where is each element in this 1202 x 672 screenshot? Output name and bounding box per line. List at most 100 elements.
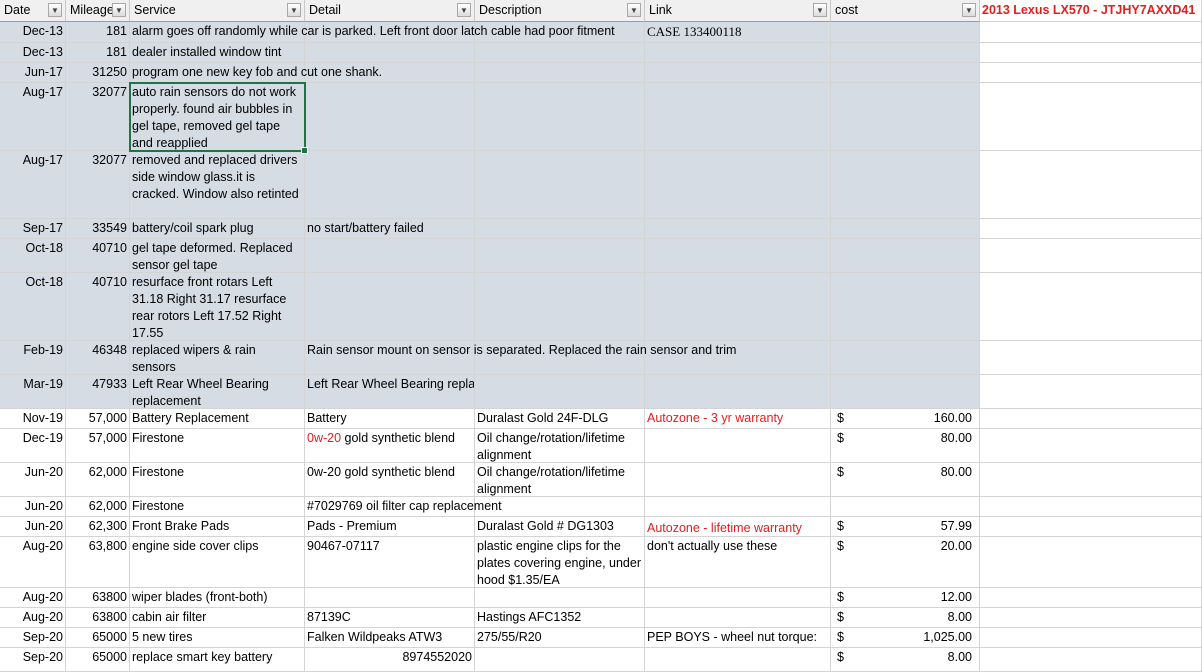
description-cell[interactable] (475, 63, 645, 83)
cost-cell[interactable] (831, 219, 980, 239)
service-cell[interactable]: removed and replaced drivers side window… (130, 151, 305, 219)
date-cell[interactable]: Dec-19 (0, 429, 66, 463)
detail-cell[interactable]: 0w-20 gold synthetic blend (305, 463, 475, 497)
description-cell[interactable] (475, 588, 645, 608)
blank-cell[interactable] (980, 83, 1202, 151)
link-cell[interactable] (645, 588, 831, 608)
blank-cell[interactable] (980, 273, 1202, 341)
service-cell[interactable]: dealer installed window tint (130, 43, 305, 63)
cost-cell[interactable] (831, 273, 980, 341)
filter-dropdown-icon[interactable]: ▼ (962, 3, 976, 17)
service-cell[interactable]: alarm goes off randomly while car is par… (130, 22, 615, 43)
filter-dropdown-icon[interactable]: ▼ (813, 3, 827, 17)
detail-cell[interactable]: 90467-07117 (305, 537, 475, 588)
blank-cell[interactable] (980, 43, 1202, 63)
blank-cell[interactable] (980, 219, 1202, 239)
cost-cell[interactable]: $20.00 (831, 537, 980, 588)
date-cell[interactable]: Mar-19 (0, 375, 66, 409)
link-cell[interactable] (645, 239, 831, 273)
service-cell[interactable]: wiper blades (front-both) (130, 588, 305, 608)
mileage-cell[interactable]: 46348 (66, 341, 130, 375)
detail-cell[interactable]: Rain sensor mount on sensor is separated… (305, 341, 736, 375)
detail-cell[interactable]: #7029769 oil filter cap replacement (305, 497, 502, 517)
detail-cell[interactable]: 8974552020 (305, 648, 475, 672)
link-cell[interactable] (645, 497, 831, 517)
date-cell[interactable]: Jun-20 (0, 497, 66, 517)
column-header-description[interactable]: Description ▼ (475, 0, 645, 22)
description-cell[interactable]: Oil change/rotation/lifetime alignment (475, 429, 645, 463)
fill-handle[interactable] (301, 147, 308, 154)
mileage-cell[interactable]: 47933 (66, 375, 130, 409)
link-cell[interactable]: don't actually use these (645, 537, 831, 588)
link-cell[interactable] (645, 648, 831, 672)
filter-dropdown-icon[interactable]: ▼ (627, 3, 641, 17)
column-header-date[interactable]: Date ▼ (0, 0, 66, 22)
cost-cell[interactable] (831, 151, 980, 219)
blank-cell[interactable] (980, 429, 1202, 463)
link-cell[interactable]: Autozone - 3 yr warranty (645, 409, 831, 429)
cost-cell[interactable]: $160.00 (831, 409, 980, 429)
date-cell[interactable]: Dec-13 (0, 43, 66, 63)
link-cell[interactable] (645, 219, 831, 239)
date-cell[interactable]: Oct-18 (0, 239, 66, 273)
cost-cell[interactable]: $8.00 (831, 648, 980, 672)
service-cell[interactable]: resurface front rotars Left 31.18 Right … (130, 273, 305, 341)
description-cell[interactable] (475, 151, 645, 219)
detail-cell[interactable]: no start/battery failed (305, 219, 475, 239)
mileage-cell[interactable]: 57,000 (66, 409, 130, 429)
mileage-cell[interactable]: 65000 (66, 628, 130, 648)
cost-cell[interactable] (831, 341, 980, 375)
cost-cell[interactable] (831, 497, 980, 517)
date-cell[interactable]: Aug-17 (0, 83, 66, 151)
date-cell[interactable]: Aug-17 (0, 151, 66, 219)
mileage-cell[interactable]: 63800 (66, 588, 130, 608)
cost-cell[interactable]: $57.99 (831, 517, 980, 537)
detail-cell[interactable]: Falken Wildpeaks ATW3 (305, 628, 475, 648)
link-cell[interactable] (645, 43, 831, 63)
service-cell[interactable]: Firestone (130, 429, 305, 463)
date-cell[interactable]: Dec-13 (0, 22, 66, 43)
blank-cell[interactable] (980, 648, 1202, 672)
date-cell[interactable]: Jun-20 (0, 517, 66, 537)
filter-dropdown-icon[interactable]: ▼ (112, 3, 126, 17)
service-cell[interactable]: gel tape deformed. Replaced sensor gel t… (130, 239, 305, 273)
link-cell[interactable]: PEP BOYS - wheel nut torque: (645, 628, 831, 648)
service-cell[interactable]: Front Brake Pads (130, 517, 305, 537)
link-cell[interactable] (645, 463, 831, 497)
description-cell[interactable]: Oil change/rotation/lifetime alignment (475, 463, 645, 497)
filter-dropdown-icon[interactable]: ▼ (457, 3, 471, 17)
description-cell[interactable] (475, 219, 645, 239)
date-cell[interactable]: Sep-17 (0, 219, 66, 239)
link-cell[interactable] (645, 608, 831, 628)
link-cell[interactable] (645, 83, 831, 151)
link-cell[interactable] (645, 151, 831, 219)
service-cell[interactable]: Firestone (130, 497, 305, 517)
column-header-cost[interactable]: cost ▼ (831, 0, 980, 22)
service-cell[interactable]: cabin air filter (130, 608, 305, 628)
description-cell[interactable]: Duralast Gold # DG1303 (475, 517, 645, 537)
service-cell[interactable]: Firestone (130, 463, 305, 497)
date-cell[interactable]: Sep-20 (0, 628, 66, 648)
cost-cell[interactable]: $8.00 (831, 608, 980, 628)
detail-cell[interactable]: Pads - Premium (305, 517, 475, 537)
date-cell[interactable]: Jun-17 (0, 63, 66, 83)
blank-cell[interactable] (980, 628, 1202, 648)
mileage-cell[interactable]: 57,000 (66, 429, 130, 463)
detail-cell[interactable] (305, 273, 475, 341)
blank-cell[interactable] (980, 375, 1202, 409)
link-cell[interactable]: Autozone - lifetime warranty (645, 517, 831, 537)
detail-cell[interactable] (305, 43, 475, 63)
date-cell[interactable]: Jun-20 (0, 463, 66, 497)
service-cell[interactable]: program one new key fob and cut one shan… (130, 63, 382, 83)
mileage-cell[interactable]: 62,000 (66, 463, 130, 497)
detail-cell[interactable] (305, 239, 475, 273)
blank-cell[interactable] (980, 341, 1202, 375)
date-cell[interactable]: Sep-20 (0, 648, 66, 672)
cost-cell[interactable]: $1,025.00 (831, 628, 980, 648)
mileage-cell[interactable]: 63800 (66, 608, 130, 628)
blank-cell[interactable] (980, 409, 1202, 429)
service-cell[interactable]: engine side cover clips (130, 537, 305, 588)
cost-cell[interactable] (831, 22, 980, 43)
date-cell[interactable]: Oct-18 (0, 273, 66, 341)
mileage-cell[interactable]: 40710 (66, 273, 130, 341)
